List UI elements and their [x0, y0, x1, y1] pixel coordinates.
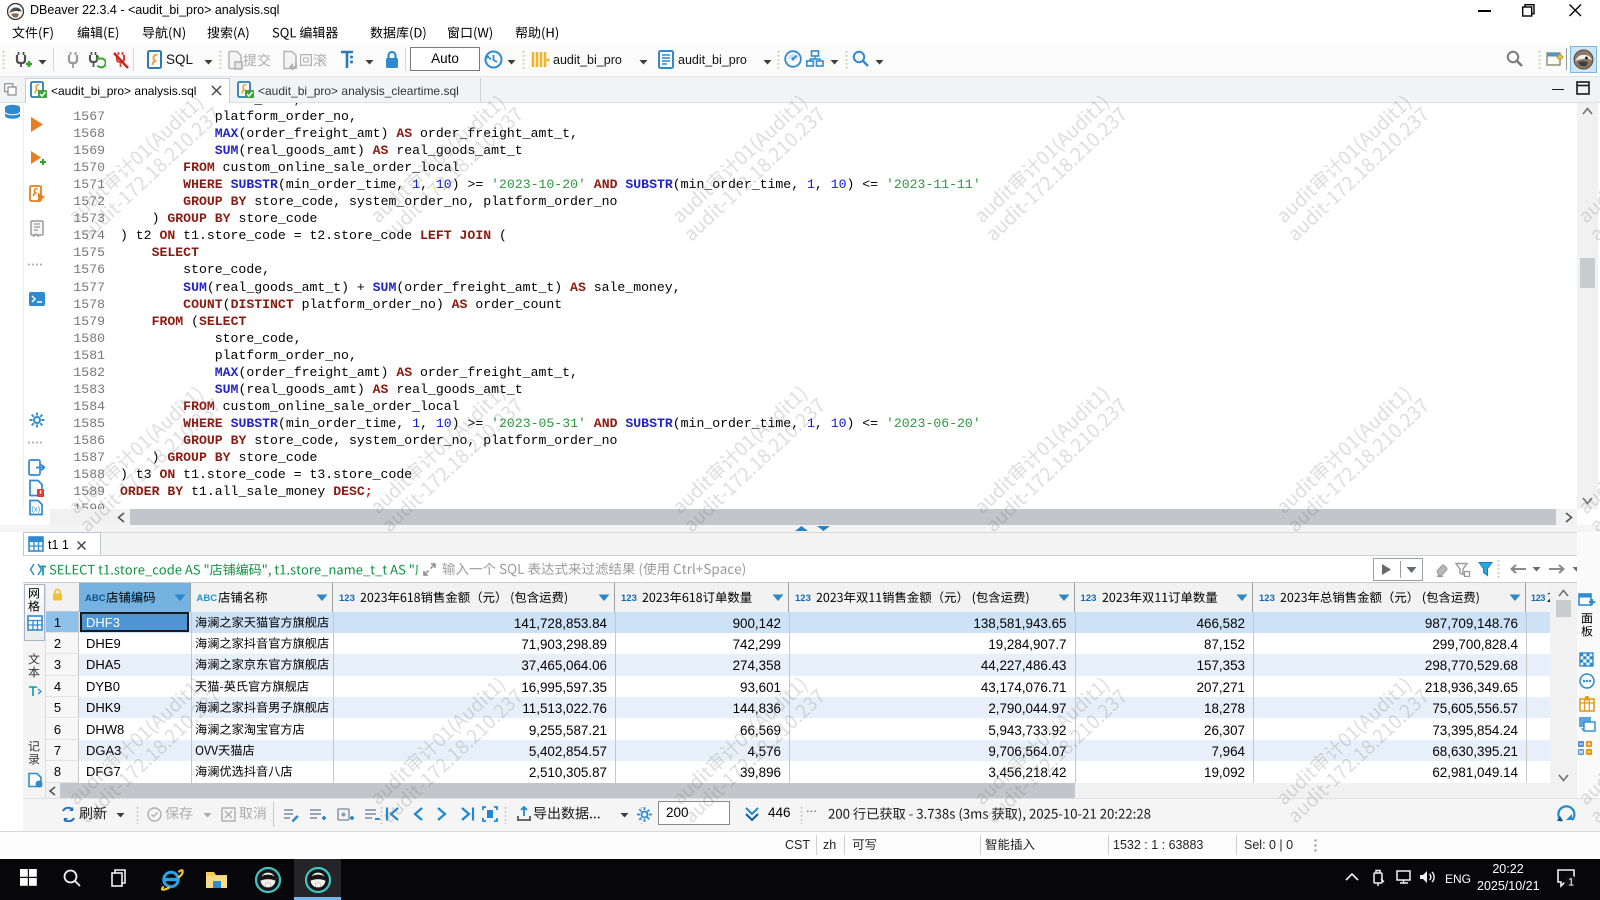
svg-text:1: 1 — [1568, 877, 1574, 889]
svg-text:(x): (x) — [31, 505, 40, 514]
